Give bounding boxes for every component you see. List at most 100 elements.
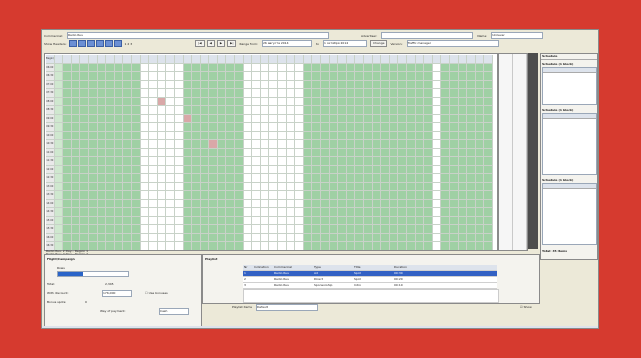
- schedule-cell[interactable]: [372, 174, 382, 183]
- schedule-cell[interactable]: [372, 199, 382, 208]
- schedule-cell[interactable]: [157, 191, 167, 200]
- schedule-cell[interactable]: [432, 80, 442, 89]
- schedule-cell[interactable]: [312, 199, 321, 208]
- schedule-cell[interactable]: [123, 182, 132, 191]
- schedule-cell[interactable]: [441, 165, 450, 174]
- schedule-cell[interactable]: [321, 199, 330, 208]
- schedule-cell[interactable]: [131, 165, 141, 174]
- schedule-cell[interactable]: [381, 140, 390, 149]
- schedule-cell[interactable]: [80, 216, 89, 225]
- schedule-cell[interactable]: [183, 131, 193, 140]
- schedule-cell[interactable]: [406, 140, 416, 149]
- schedule-cell[interactable]: [329, 208, 339, 217]
- schedule-cell[interactable]: [398, 191, 407, 200]
- schedule-cell[interactable]: [269, 131, 279, 140]
- schedule-cell[interactable]: [295, 233, 304, 242]
- schedule-cell[interactable]: [243, 89, 253, 98]
- schedule-cell[interactable]: [209, 106, 218, 115]
- schedule-cell[interactable]: [381, 165, 390, 174]
- schedule-cell[interactable]: [80, 174, 89, 183]
- schedule-cell[interactable]: [243, 182, 253, 191]
- schedule-cell[interactable]: [217, 140, 227, 149]
- schedule-cell[interactable]: [363, 140, 373, 149]
- schedule-cell[interactable]: [441, 208, 450, 217]
- schedule-cell[interactable]: [209, 216, 218, 225]
- schedule-cell[interactable]: [252, 191, 261, 200]
- schedule-cell[interactable]: [467, 216, 476, 225]
- schedule-cell[interactable]: [363, 174, 373, 183]
- schedule-cell[interactable]: [449, 131, 459, 140]
- schedule-cell[interactable]: [209, 140, 218, 149]
- schedule-cell[interactable]: [303, 63, 313, 72]
- schedule-cell[interactable]: [329, 174, 339, 183]
- schedule-cell[interactable]: [389, 97, 399, 106]
- schedule-cell[interactable]: [192, 182, 201, 191]
- schedule-cell[interactable]: [338, 80, 347, 89]
- schedule-cell[interactable]: [329, 140, 339, 149]
- schedule-cell[interactable]: [372, 182, 382, 191]
- schedule-cell[interactable]: [312, 165, 321, 174]
- schedule-cell[interactable]: [441, 106, 450, 115]
- schedule-cell[interactable]: [183, 174, 193, 183]
- schedule-cell[interactable]: [363, 123, 373, 132]
- schedule-cell[interactable]: [389, 72, 399, 81]
- schedule-cell[interactable]: [415, 63, 425, 72]
- schedule-cell[interactable]: [123, 148, 132, 157]
- schedule-cell[interactable]: [449, 63, 459, 72]
- schedule-cell[interactable]: [355, 114, 364, 123]
- schedule-cell[interactable]: [97, 165, 107, 174]
- schedule-cell[interactable]: [252, 106, 261, 115]
- schedule-cell[interactable]: [166, 131, 175, 140]
- schedule-cell[interactable]: [338, 165, 347, 174]
- schedule-cell[interactable]: [286, 80, 296, 89]
- schedule-cell[interactable]: [174, 97, 184, 106]
- schedule-cell[interactable]: [484, 182, 493, 191]
- schedule-cell[interactable]: [278, 106, 287, 115]
- schedule-cell[interactable]: [286, 208, 296, 217]
- schedule-cell[interactable]: [484, 89, 493, 98]
- schedule-cell[interactable]: [269, 72, 279, 81]
- schedule-cell[interactable]: [303, 225, 313, 234]
- schedule-cell[interactable]: [475, 233, 485, 242]
- schedule-cell[interactable]: [192, 191, 201, 200]
- schedule-cell[interactable]: [71, 148, 81, 157]
- schedule-block-3[interactable]: [542, 183, 597, 245]
- schedule-cell[interactable]: [97, 72, 107, 81]
- schedule-cell[interactable]: [174, 182, 184, 191]
- schedule-cell[interactable]: [226, 106, 236, 115]
- schedule-cell[interactable]: [260, 174, 270, 183]
- schedule-cell[interactable]: [303, 140, 313, 149]
- schedule-cell[interactable]: [295, 148, 304, 157]
- schedule-cell[interactable]: [406, 233, 416, 242]
- schedule-cell[interactable]: [63, 157, 72, 166]
- schedule-cell[interactable]: [389, 131, 399, 140]
- schedule-cell[interactable]: [372, 131, 382, 140]
- schedule-cell[interactable]: [441, 123, 450, 132]
- schedule-cell[interactable]: [441, 114, 450, 123]
- schedule-cell[interactable]: [260, 123, 270, 132]
- schedule-cell[interactable]: [235, 233, 244, 242]
- schedule-cell[interactable]: [415, 165, 425, 174]
- schedule-cell[interactable]: [398, 225, 407, 234]
- schedule-cell[interactable]: [226, 216, 236, 225]
- schedule-cell[interactable]: [209, 208, 218, 217]
- schedule-cell[interactable]: [106, 72, 115, 81]
- version-select[interactable]: Traffic manager: [406, 40, 499, 47]
- schedule-cell[interactable]: [140, 216, 150, 225]
- schedule-cell[interactable]: [312, 114, 321, 123]
- schedule-cell[interactable]: [338, 157, 347, 166]
- schedule-cell[interactable]: [312, 157, 321, 166]
- schedule-cell[interactable]: [329, 89, 339, 98]
- schedule-cell[interactable]: [235, 191, 244, 200]
- schedule-cell[interactable]: [71, 199, 81, 208]
- schedule-cell[interactable]: [269, 157, 279, 166]
- schedule-cell[interactable]: [312, 123, 321, 132]
- schedule-cell[interactable]: [398, 89, 407, 98]
- schedule-cell[interactable]: [200, 63, 210, 72]
- schedule-cell[interactable]: [449, 140, 459, 149]
- schedule-cell[interactable]: [106, 89, 115, 98]
- schedule-cell[interactable]: [97, 208, 107, 217]
- schedule-cell[interactable]: [286, 123, 296, 132]
- schedule-cell[interactable]: [355, 182, 364, 191]
- schedule-cell[interactable]: [441, 89, 450, 98]
